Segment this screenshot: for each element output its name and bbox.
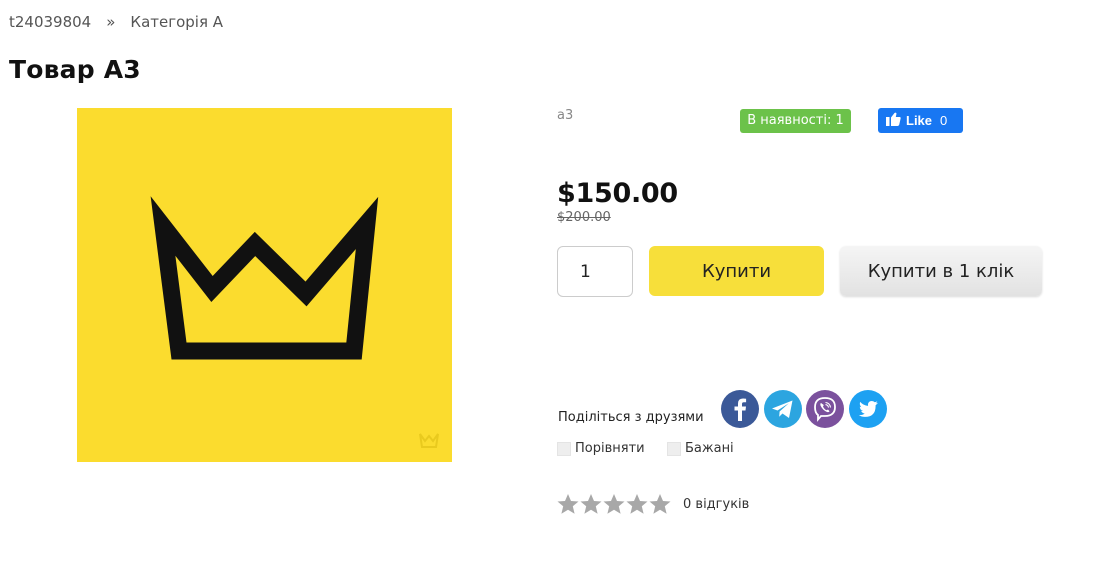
twitter-icon bbox=[849, 390, 887, 428]
wishlist-label: Бажані bbox=[685, 441, 734, 456]
star-icon[interactable] bbox=[557, 493, 579, 515]
product-image[interactable] bbox=[77, 108, 452, 462]
telegram-icon bbox=[764, 390, 802, 428]
watermark-crown-icon bbox=[419, 433, 439, 448]
buy-one-click-button[interactable]: Купити в 1 клік bbox=[840, 246, 1042, 296]
star-icon[interactable] bbox=[603, 493, 625, 515]
buy-button[interactable]: Купити bbox=[649, 246, 824, 296]
viber-icon bbox=[806, 390, 844, 428]
old-price: $200.00 bbox=[557, 210, 611, 225]
facebook-icon bbox=[721, 390, 759, 428]
compare-label: Порівняти bbox=[575, 441, 645, 456]
like-count: 0 bbox=[940, 113, 948, 128]
wishlist-checkbox[interactable] bbox=[667, 441, 681, 456]
quantity-input[interactable] bbox=[557, 246, 633, 297]
star-icon[interactable] bbox=[649, 493, 671, 515]
compare-checkbox[interactable] bbox=[557, 441, 571, 456]
facebook-like-button[interactable]: Like 0 bbox=[878, 108, 963, 133]
breadcrumb: t24039804 » Категорія А bbox=[9, 13, 223, 31]
thumbs-up-icon bbox=[886, 112, 901, 129]
star-icon[interactable] bbox=[580, 493, 602, 515]
share-label: Поділіться з друзями bbox=[558, 410, 704, 425]
share-facebook-button[interactable] bbox=[721, 390, 759, 428]
breadcrumb-home-link[interactable]: t24039804 bbox=[9, 13, 91, 31]
like-label: Like bbox=[906, 113, 933, 128]
star-icon[interactable] bbox=[626, 493, 648, 515]
share-viber-button[interactable] bbox=[806, 390, 844, 428]
reviews-link[interactable]: 0 відгуків bbox=[683, 497, 749, 512]
breadcrumb-category-link[interactable]: Категорія А bbox=[130, 13, 223, 31]
product-sku: а3 bbox=[557, 108, 574, 123]
stock-badge: В наявності: 1 bbox=[740, 109, 851, 133]
breadcrumb-separator: » bbox=[106, 13, 116, 31]
current-price: $150.00 bbox=[557, 178, 678, 209]
product-page: t24039804 » Категорія А Товар А3 а3 В на… bbox=[0, 0, 1097, 585]
wishlist-toggle[interactable]: Бажані bbox=[667, 441, 734, 456]
page-title: Товар А3 bbox=[9, 55, 141, 84]
rating-stars[interactable] bbox=[557, 493, 671, 515]
compare-toggle[interactable]: Порівняти bbox=[557, 441, 645, 456]
share-twitter-button[interactable] bbox=[849, 390, 887, 428]
crown-logo-icon bbox=[150, 196, 439, 448]
share-telegram-button[interactable] bbox=[764, 390, 802, 428]
